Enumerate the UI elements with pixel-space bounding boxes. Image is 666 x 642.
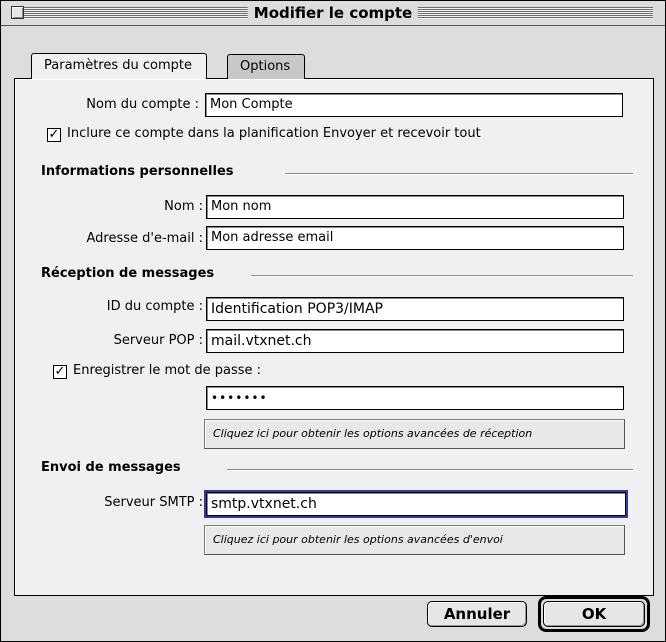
sending-advanced-options-button[interactable]: Cliquez ici pour obtenir les options ava…: [204, 525, 625, 555]
password-field[interactable]: •••••••: [206, 386, 624, 410]
tab-panel: Nom du compte : Mon Compte ✓ Inclure ce …: [14, 78, 654, 596]
sending-divider: [227, 469, 633, 471]
account-id-label: ID du compte :: [106, 299, 203, 314]
tab-account-settings[interactable]: Paramètres du compte: [31, 53, 207, 79]
tab-options[interactable]: Options: [227, 54, 306, 79]
save-password-checkbox[interactable]: ✓: [53, 365, 67, 379]
sending-heading: Envoi de messages: [41, 460, 181, 475]
include-in-schedule-checkbox[interactable]: ✓: [47, 128, 61, 142]
account-name-field[interactable]: Mon Compte: [205, 93, 623, 117]
include-in-schedule-label: Inclure ce compte dans la planification …: [67, 126, 481, 141]
ok-button[interactable]: OK: [543, 601, 645, 627]
account-id-field[interactable]: Identification POP3/IMAP: [206, 297, 624, 321]
personal-info-divider: [285, 173, 633, 175]
save-password-label: Enregistrer le mot de passe :: [73, 363, 262, 378]
personal-info-heading: Informations personnelles: [41, 164, 234, 179]
title-bar[interactable]: Modifier le compte: [1, 1, 665, 26]
receiving-divider: [251, 275, 633, 277]
receiving-heading: Réception de messages: [41, 266, 215, 281]
window-title: Modifier le compte: [247, 2, 419, 24]
close-box-icon[interactable]: [11, 6, 24, 19]
cancel-button[interactable]: Annuler: [427, 601, 527, 627]
name-field[interactable]: Mon nom: [206, 195, 624, 219]
pop-server-label: Serveur POP :: [113, 333, 203, 348]
name-label: Nom :: [164, 199, 203, 214]
dialog-window: Modifier le compte Paramètres du compte …: [0, 0, 666, 642]
smtp-server-label: Serveur SMTP :: [104, 495, 203, 510]
checkmark-icon: ✓: [48, 127, 60, 142]
email-field[interactable]: Mon adresse email: [206, 226, 624, 250]
account-name-label: Nom du compte :: [86, 97, 199, 112]
pop-server-field[interactable]: mail.vtxnet.ch: [206, 329, 624, 353]
checkmark-icon: ✓: [54, 364, 66, 379]
email-label: Adresse d'e-mail :: [86, 231, 203, 246]
smtp-server-field[interactable]: smtp.vtxnet.ch: [204, 490, 628, 518]
receiving-advanced-options-button[interactable]: Cliquez ici pour obtenir les options ava…: [204, 419, 625, 449]
